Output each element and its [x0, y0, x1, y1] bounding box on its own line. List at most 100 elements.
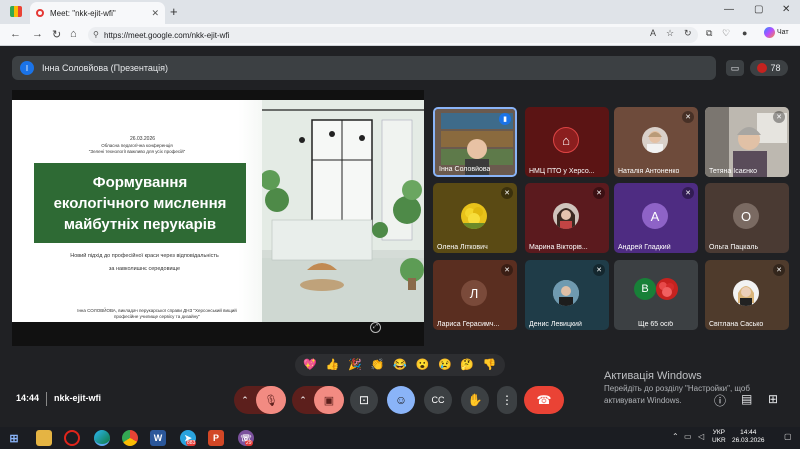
participant-tile[interactable]: О Ольга Пацкаль: [705, 183, 789, 253]
leave-call-button[interactable]: ☎: [524, 386, 564, 414]
site-info-icon[interactable]: ⚲: [93, 30, 99, 39]
participant-tile[interactable]: ✕ Світлана Сасько: [705, 260, 789, 330]
reaction-laugh-button[interactable]: 😂: [393, 359, 407, 371]
divider: [46, 392, 47, 406]
participant-avatar: [553, 280, 579, 306]
fullscreen-icon[interactable]: ⤢: [370, 322, 381, 333]
mic-options-chevron-icon[interactable]: ⌃: [234, 395, 256, 406]
mic-off-icon: ✕: [773, 111, 785, 123]
volume-icon[interactable]: ◁: [698, 432, 704, 441]
participant-avatar-letter: А: [642, 203, 668, 229]
favorites-icon[interactable]: ♡: [722, 28, 730, 39]
participant-avatar-letter: В: [634, 278, 656, 300]
forward-arrow-icon[interactable]: →: [32, 28, 43, 40]
participant-tile[interactable]: ⌂ НМЦ ПТО у Херсо...: [525, 107, 609, 177]
chat-icon[interactable]: ▤: [741, 392, 752, 406]
notifications-icon[interactable]: ▢: [784, 432, 792, 441]
reaction-thumbs-down-button[interactable]: 👎: [483, 359, 497, 371]
opera-icon[interactable]: [64, 430, 80, 446]
present-icon: ⊡: [358, 393, 370, 407]
chrome-icon[interactable]: [122, 430, 138, 446]
camera-options-chevron-icon[interactable]: ⌃: [292, 395, 314, 406]
lang-line1: УКР: [712, 429, 725, 436]
read-aloud-icon[interactable]: A: [650, 28, 656, 38]
participant-avatar: [461, 203, 487, 229]
meeting-info-icon[interactable]: ⓘ: [714, 392, 726, 409]
participant-name: Ще 65 осіб: [638, 321, 674, 328]
powerpoint-icon[interactable]: P: [208, 430, 224, 446]
slide-title-line2: екологічного мислення: [53, 194, 227, 212]
slide-title-box: Формування екологічного мислення майбутн…: [34, 163, 246, 243]
participant-tile[interactable]: ✕ Марина Вікторів...: [525, 183, 609, 253]
participant-tile[interactable]: Л ✕ Лариса Герасимч...: [433, 260, 517, 330]
copilot-chat-button[interactable]: Чат: [764, 27, 789, 38]
tray-chevron-icon[interactable]: ⌃: [672, 432, 679, 441]
reactions-button[interactable]: ☺: [387, 386, 415, 414]
new-tab-button[interactable]: +: [170, 4, 178, 19]
minimize-button[interactable]: —: [724, 4, 734, 15]
camera-off-button[interactable]: ▣: [314, 386, 344, 414]
speaking-indicator-icon: ▮: [499, 113, 511, 125]
organization-logo: ⌂: [553, 127, 579, 153]
participant-tile[interactable]: ✕ Олена Літкович: [433, 183, 517, 253]
more-participants-tile[interactable]: В Ще 65 осіб: [614, 260, 698, 330]
reaction-party-button[interactable]: 🎉: [348, 359, 362, 371]
tab-close-icon[interactable]: ✕: [151, 8, 159, 19]
meeting-code: nkk-ejit-wfi: [54, 393, 102, 403]
slide-title-line1: Формування: [92, 173, 188, 191]
participant-tile[interactable]: ▮ Інна Соловйова: [433, 107, 517, 177]
present-screen-button[interactable]: ⊡: [350, 386, 378, 414]
refresh-page-icon[interactable]: ↻: [684, 28, 692, 39]
back-arrow-icon[interactable]: ←: [10, 28, 21, 40]
slide-title-line3: майбутніх перукарів: [63, 215, 217, 233]
url-field[interactable]: ⚲ https://meet.google.com/nkk-ejit-wfi: [88, 27, 698, 43]
activities-icon[interactable]: ⊞: [768, 392, 778, 406]
participants-button[interactable]: 78: [750, 60, 788, 76]
refresh-icon[interactable]: ↻: [52, 28, 61, 41]
slide-author-line1: Інна СОЛОВЙОВА, викладач перукарської сп…: [77, 308, 237, 313]
tab-title: Meet: "nkk-ejit-wfi": [50, 8, 116, 18]
windows-start-icon[interactable]: ⊞: [6, 430, 22, 446]
reactions-bar: 💖 👍 🎉 👏 😂 😮 😢 🤔 👎: [295, 354, 505, 376]
maximize-button[interactable]: ▢: [754, 4, 763, 15]
participant-name: Денис Левицкий: [529, 321, 582, 328]
close-window-button[interactable]: ✕: [782, 4, 790, 15]
participant-tile[interactable]: ✕ Денис Левицкий: [525, 260, 609, 330]
collections-icon[interactable]: ⧉: [706, 28, 712, 39]
reaction-thumbs-up-button[interactable]: 👍: [326, 359, 340, 371]
network-icon[interactable]: ▭: [684, 432, 692, 441]
meeting-time: 14:44: [16, 393, 40, 403]
home-icon[interactable]: ⌂: [70, 28, 77, 40]
reaction-heart-button[interactable]: 💖: [303, 359, 317, 371]
slide-subtitle-line1: Новий підхід до професійної краси через …: [70, 253, 219, 259]
edge-icon[interactable]: [94, 430, 110, 446]
captions-button[interactable]: CC: [424, 386, 452, 414]
favorite-star-icon[interactable]: ☆: [666, 28, 674, 39]
reaction-sad-button[interactable]: 😢: [438, 359, 452, 371]
slide-room-image: [260, 100, 424, 322]
taskbar-clock[interactable]: 14:44 26.03.2026: [732, 429, 765, 445]
participant-count: 78: [770, 63, 781, 73]
clock-time: 14:44: [740, 429, 757, 436]
participants-avatars-icon: [757, 63, 768, 73]
mic-off-icon: ✕: [593, 187, 605, 199]
word-icon[interactable]: W: [150, 430, 166, 446]
participant-tile[interactable]: А ✕ Андрей Гладкий: [614, 183, 698, 253]
reaction-surprised-button[interactable]: 😮: [416, 359, 430, 371]
browser-tab[interactable]: Meet: "nkk-ejit-wfi" ✕: [30, 2, 165, 24]
participant-tile[interactable]: ✕ Наталія Антоненко: [614, 107, 698, 177]
reaction-clap-button[interactable]: 👏: [371, 359, 385, 371]
participant-avatar: [656, 278, 678, 300]
more-options-button[interactable]: ⋮: [497, 386, 517, 414]
file-explorer-icon[interactable]: [36, 430, 52, 446]
mic-off-button[interactable]: 🎙: [256, 386, 286, 414]
input-language[interactable]: УКР UKR: [712, 429, 726, 445]
participant-avatar: [553, 203, 579, 229]
slide-subtitle-line2: за навколишнє середовище: [108, 266, 181, 272]
raise-hand-button[interactable]: ✋: [461, 386, 489, 414]
layout-icon[interactable]: ▭: [726, 60, 744, 76]
mic-off-icon: ✕: [682, 111, 694, 123]
participant-tile[interactable]: ✕ Тетяна Ісаєнко: [705, 107, 789, 177]
profile-avatar-icon[interactable]: ●: [742, 28, 747, 38]
reaction-thinking-button[interactable]: 🤔: [460, 359, 474, 371]
